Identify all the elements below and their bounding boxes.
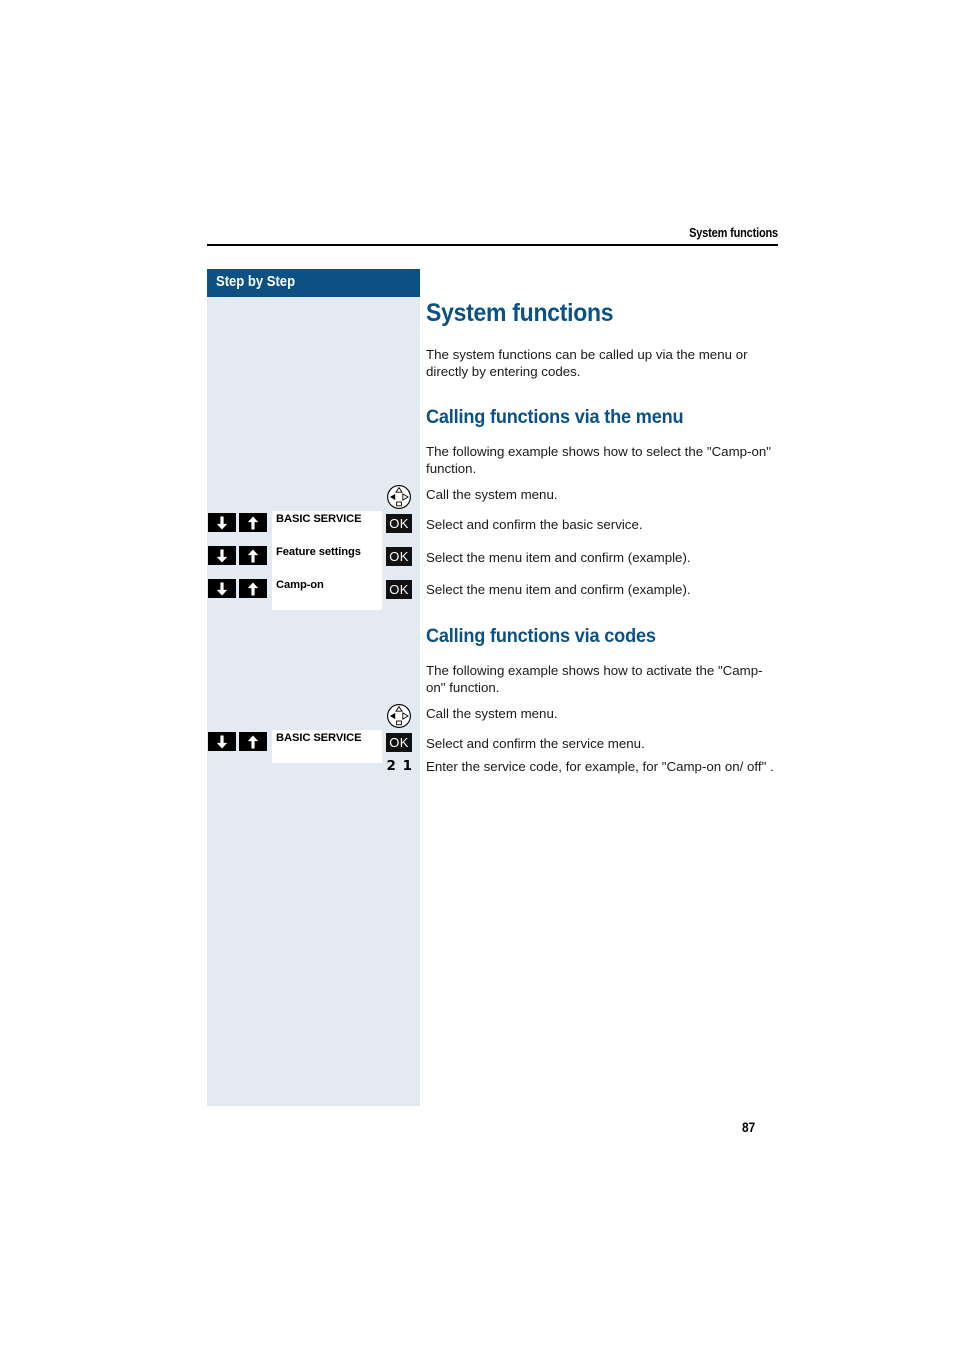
phone-display-field: BASIC SERVICE bbox=[272, 730, 382, 763]
step-by-step-title-bar: Step by Step bbox=[207, 269, 420, 297]
up-arrow-icon[interactable] bbox=[239, 579, 267, 598]
service-code-keys[interactable]: 2 1 bbox=[379, 758, 413, 774]
down-arrow-icon[interactable] bbox=[208, 513, 236, 532]
section-heading-menu: Calling functions via the menu bbox=[426, 406, 684, 428]
phone-display-field: BASIC SERVICE bbox=[272, 511, 382, 544]
phone-display-text: BASIC SERVICE bbox=[276, 732, 362, 744]
step-description: Call the system menu. bbox=[426, 706, 558, 721]
phone-display-field: Camp-on bbox=[272, 577, 382, 610]
navigation-wheel-icon[interactable] bbox=[386, 703, 412, 729]
intro-paragraph: The system functions can be called up vi… bbox=[426, 347, 748, 379]
section-intro-codes: The following example shows how to activ… bbox=[426, 663, 763, 695]
step-by-step-title: Step by Step bbox=[216, 274, 296, 290]
step-description: Call the system menu. bbox=[426, 487, 558, 502]
step-description: Enter the service code, for example, for… bbox=[426, 759, 774, 774]
down-arrow-icon[interactable] bbox=[208, 732, 236, 751]
header-divider bbox=[207, 244, 778, 246]
up-arrow-icon[interactable] bbox=[239, 513, 267, 532]
page-title: System functions bbox=[426, 299, 614, 327]
phone-display-text: Feature settings bbox=[276, 546, 361, 558]
up-arrow-icon[interactable] bbox=[239, 546, 267, 565]
phone-display-field: Feature settings bbox=[272, 544, 382, 577]
phone-display-text: BASIC SERVICE bbox=[276, 513, 362, 525]
step-description: Select the menu item and confirm (exampl… bbox=[426, 582, 691, 597]
running-header: System functions bbox=[207, 224, 778, 242]
step-description: Select and confirm the service menu. bbox=[426, 736, 645, 751]
up-arrow-icon[interactable] bbox=[239, 732, 267, 751]
section-heading-codes: Calling functions via codes bbox=[426, 625, 656, 647]
ok-button[interactable]: OK bbox=[386, 547, 412, 566]
page-number: 87 bbox=[742, 1119, 756, 1135]
ok-button[interactable]: OK bbox=[386, 733, 412, 752]
running-header-title: System functions bbox=[689, 226, 778, 240]
phone-display-text: Camp-on bbox=[276, 579, 324, 591]
step-by-step-panel: Step by Step bbox=[207, 269, 420, 1106]
step-description: Select the menu item and confirm (exampl… bbox=[426, 550, 691, 565]
down-arrow-icon[interactable] bbox=[208, 546, 236, 565]
navigation-wheel-icon[interactable] bbox=[386, 484, 412, 510]
step-description: Select and confirm the basic service. bbox=[426, 517, 643, 532]
ok-button[interactable]: OK bbox=[386, 580, 412, 599]
section-intro-menu: The following example shows how to selec… bbox=[426, 444, 771, 476]
ok-button[interactable]: OK bbox=[386, 514, 412, 533]
down-arrow-icon[interactable] bbox=[208, 579, 236, 598]
